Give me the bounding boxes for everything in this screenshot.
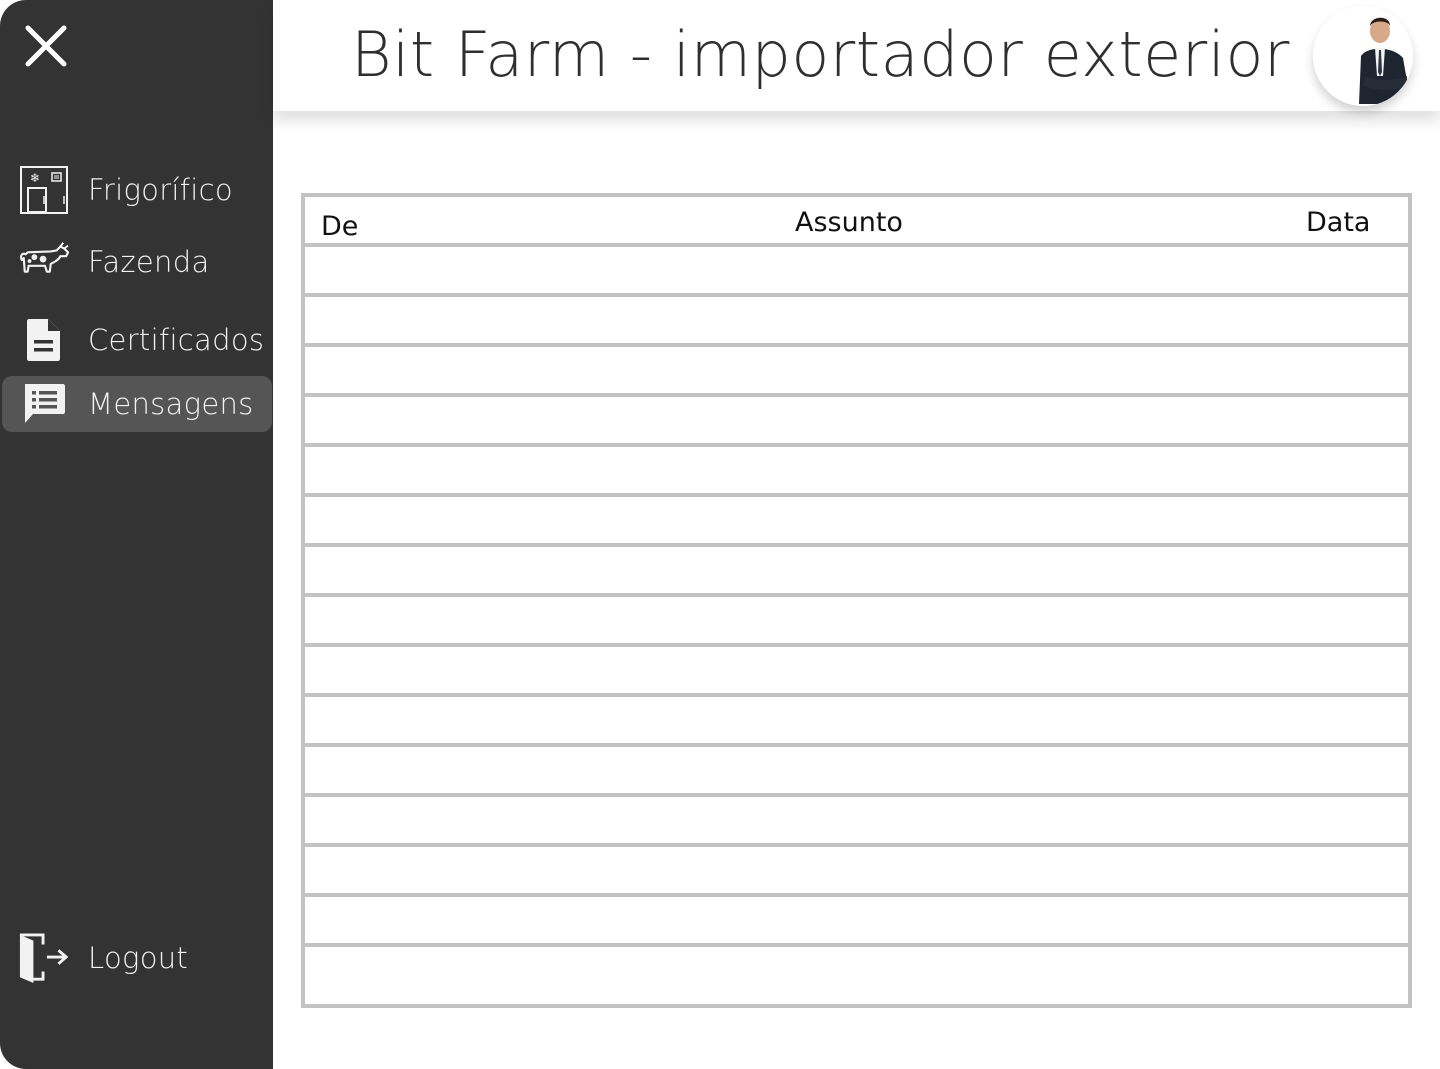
- logout-icon: [18, 932, 70, 984]
- table-row[interactable]: [305, 747, 1408, 797]
- table-row[interactable]: [305, 697, 1408, 747]
- logout-label: Logout: [88, 941, 189, 975]
- cow-icon: [18, 236, 70, 288]
- table-row[interactable]: [305, 647, 1408, 697]
- table-header: De Assunto Data: [305, 197, 1408, 247]
- close-icon[interactable]: [22, 22, 70, 70]
- logout-button[interactable]: Logout: [2, 930, 272, 986]
- messages-table: De Assunto Data: [301, 193, 1412, 1008]
- avatar[interactable]: [1313, 6, 1413, 106]
- table-row[interactable]: [305, 597, 1408, 647]
- sidebar-item-label: Certificados: [88, 323, 265, 357]
- document-icon: [18, 314, 70, 366]
- table-row[interactable]: [305, 947, 1408, 1008]
- table-row[interactable]: [305, 247, 1408, 297]
- page-title: Bit Farm - importador exterior: [351, 18, 1290, 91]
- svg-text:❄: ❄: [30, 171, 40, 185]
- sidebar-item-label: Mensagens: [88, 387, 254, 421]
- sidebar-item-label: Fazenda: [88, 245, 210, 279]
- sidebar-item-label: Frigorífico: [88, 173, 233, 207]
- refrigerator-icon: ❄: [18, 164, 70, 216]
- table-row[interactable]: [305, 797, 1408, 847]
- table-row[interactable]: [305, 397, 1408, 447]
- table-row[interactable]: [305, 847, 1408, 897]
- table-row[interactable]: [305, 297, 1408, 347]
- sidebar-item-fazenda[interactable]: Fazenda: [2, 234, 272, 290]
- table-row[interactable]: [305, 347, 1408, 397]
- table-row[interactable]: [305, 447, 1408, 497]
- column-header-de[interactable]: De: [321, 211, 358, 242]
- table-row[interactable]: [305, 497, 1408, 547]
- message-icon: [18, 378, 70, 430]
- sidebar-item-certificados[interactable]: Certificados: [2, 312, 272, 368]
- sidebar-item-mensagens[interactable]: Mensagens: [2, 376, 272, 432]
- sidebar: ❄ Frigorífico Fazenda Certificados Mensa…: [0, 0, 273, 1069]
- table-body: [305, 247, 1408, 1008]
- column-header-data[interactable]: Data: [1306, 207, 1370, 238]
- table-row[interactable]: [305, 547, 1408, 597]
- sidebar-item-frigorifico[interactable]: ❄ Frigorífico: [2, 162, 272, 218]
- header: Bit Farm - importador exterior: [273, 0, 1440, 111]
- column-header-assunto[interactable]: Assunto: [795, 207, 903, 238]
- table-row[interactable]: [305, 897, 1408, 947]
